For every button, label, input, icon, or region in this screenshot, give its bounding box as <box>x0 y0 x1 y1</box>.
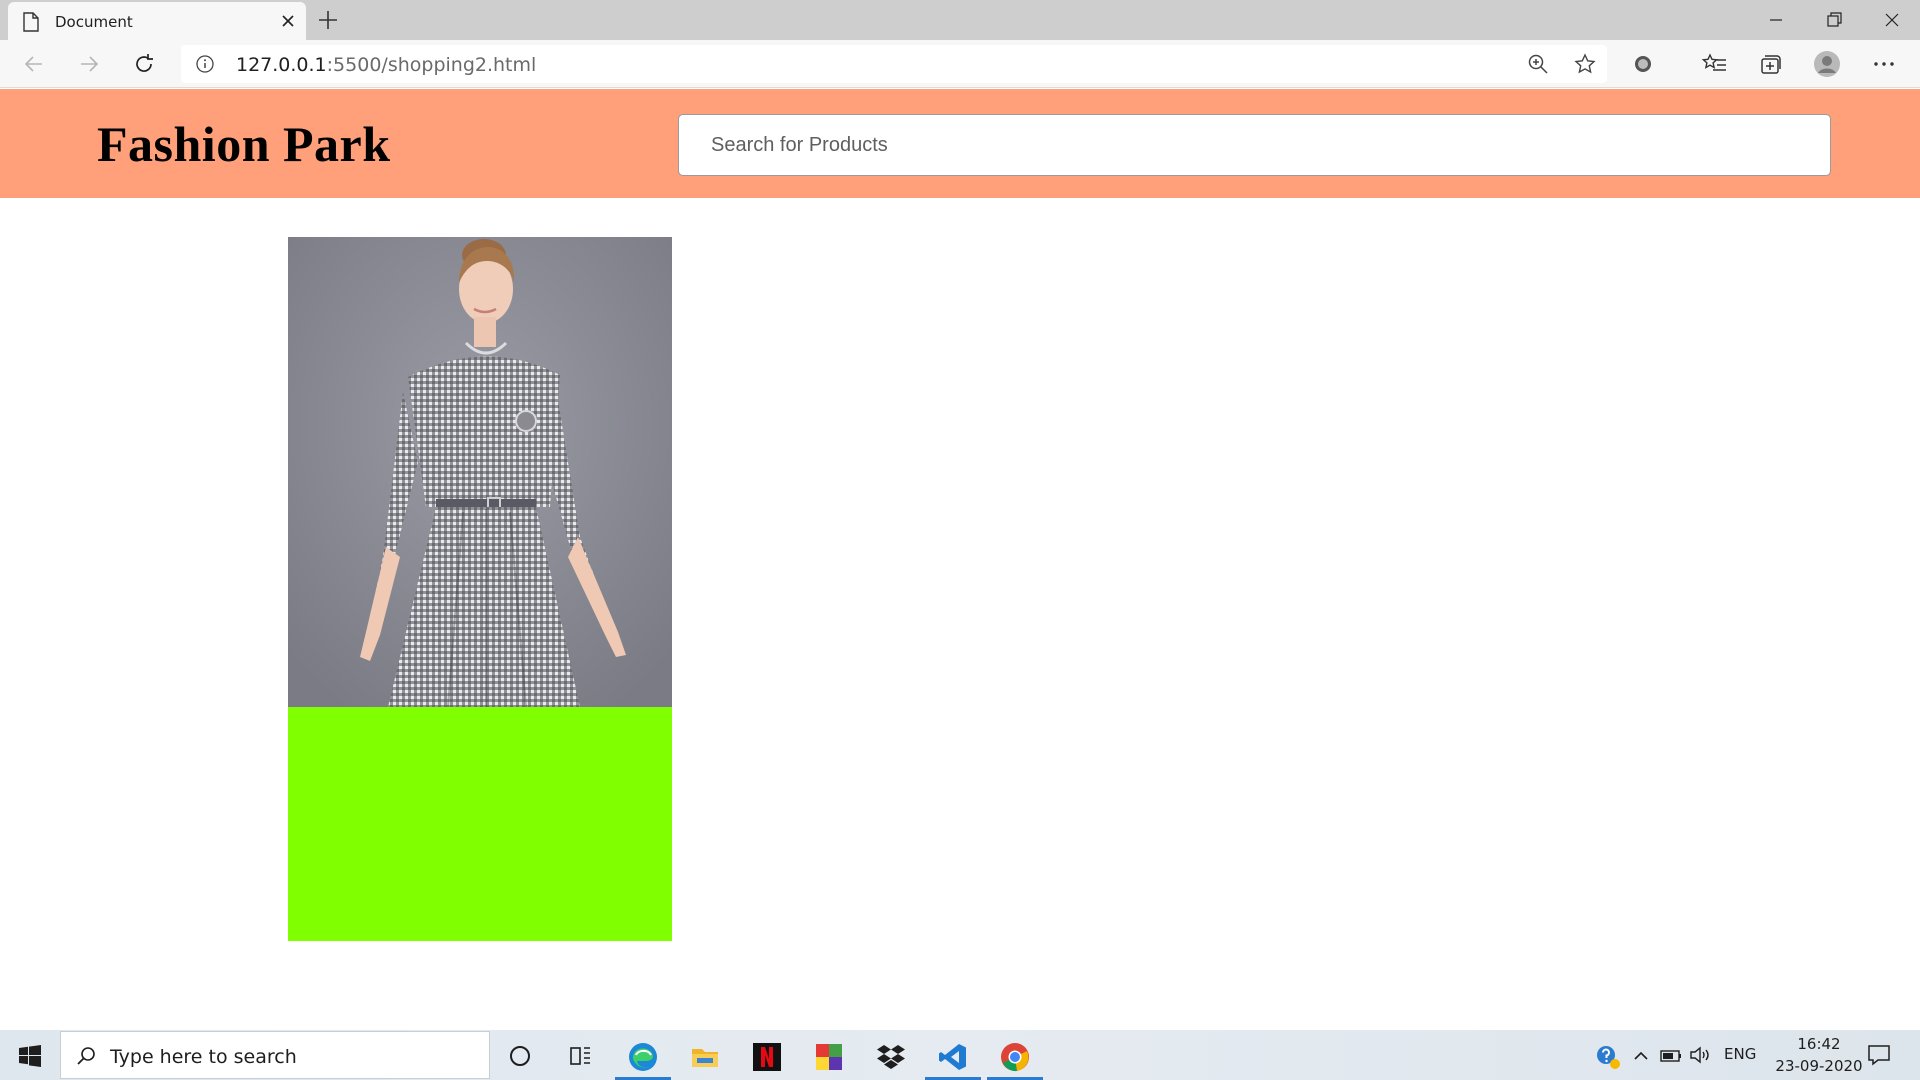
taskbar-dropbox[interactable] <box>860 1030 922 1080</box>
url-host: 127.0.0.1 <box>236 54 327 76</box>
url-path: :5500/shopping2.html <box>326 54 537 76</box>
star-icon[interactable] <box>1573 52 1597 76</box>
refresh-icon <box>136 54 153 72</box>
browser-toolbar: 127.0.0.1:5500/shopping2.html <box>0 40 1920 88</box>
search-icon <box>77 1047 95 1065</box>
netflix-icon <box>753 1043 781 1071</box>
collections-icon[interactable] <box>1756 50 1784 78</box>
dropbox-icon <box>877 1045 905 1069</box>
site-header: Fashion Park <box>0 89 1920 198</box>
forward-button[interactable] <box>73 48 105 80</box>
web-page: Fashion Park <box>0 89 1920 1030</box>
edge-icon <box>629 1043 657 1071</box>
language-indicator[interactable]: ENG <box>1724 1045 1756 1063</box>
help-icon[interactable] <box>1595 1044 1621 1070</box>
restore-button[interactable] <box>1806 0 1862 40</box>
task-view-icon <box>570 1047 590 1065</box>
taskbar-netflix[interactable] <box>736 1030 798 1080</box>
close-icon[interactable] <box>278 11 298 31</box>
address-bar[interactable]: 127.0.0.1:5500/shopping2.html <box>181 45 1607 83</box>
taskbar-search-box[interactable]: Type here to search <box>60 1031 490 1079</box>
browser-titlebar: Document <box>0 0 1920 40</box>
cortana-button[interactable] <box>490 1030 552 1080</box>
chrome-icon <box>1001 1043 1029 1072</box>
taskbar-file-explorer[interactable] <box>674 1030 736 1080</box>
forward-icon <box>81 56 99 72</box>
window-close-button[interactable] <box>1864 0 1920 40</box>
chevron-up-icon[interactable] <box>1632 1047 1650 1065</box>
page-icon <box>23 12 39 32</box>
notification-icon[interactable] <box>1866 1043 1892 1067</box>
taskbar-chrome[interactable] <box>984 1030 1046 1080</box>
task-view-button[interactable] <box>550 1030 612 1080</box>
windows-logo-icon <box>19 1045 41 1067</box>
product-card[interactable] <box>288 237 672 941</box>
minimize-button[interactable] <box>1748 0 1804 40</box>
minimize-icon <box>1770 19 1782 21</box>
taskbar-app[interactable] <box>798 1030 860 1080</box>
app-icon <box>816 1044 842 1070</box>
taskbar-edge[interactable] <box>612 1030 674 1080</box>
back-button[interactable] <box>18 48 50 80</box>
dress-model-illustration <box>288 237 672 707</box>
more-icon[interactable] <box>1870 50 1898 78</box>
restore-icon <box>1827 12 1842 27</box>
refresh-button[interactable] <box>128 48 160 80</box>
brand-logo[interactable]: Fashion Park <box>97 115 391 173</box>
profile-icon[interactable] <box>1813 50 1841 78</box>
info-icon[interactable] <box>195 54 215 74</box>
file-explorer-icon <box>692 1049 718 1067</box>
tab-title: Document <box>55 13 133 31</box>
taskbar-search-placeholder: Type here to search <box>110 1046 297 1068</box>
window-close-icon <box>1885 13 1899 27</box>
product-image[interactable] <box>288 237 672 707</box>
taskbar-vscode[interactable] <box>922 1030 984 1080</box>
windows-taskbar: Type here to search ENG 16:42 23-09-2020 <box>0 1030 1920 1080</box>
volume-icon[interactable] <box>1689 1045 1711 1065</box>
clock-date[interactable]: 23-09-2020 <box>1766 1057 1872 1075</box>
url-text[interactable]: 127.0.0.1:5500/shopping2.html <box>236 54 536 76</box>
battery-icon[interactable] <box>1660 1047 1682 1065</box>
back-icon <box>24 56 42 72</box>
product-info-panel <box>288 707 672 941</box>
favorites-icon[interactable] <box>1701 50 1729 78</box>
plus-icon[interactable] <box>316 8 340 32</box>
extension-icon[interactable] <box>1629 50 1657 78</box>
zoom-icon[interactable] <box>1526 52 1550 76</box>
browser-tab[interactable]: Document <box>8 2 306 40</box>
start-button[interactable] <box>0 1030 60 1080</box>
clock-time[interactable]: 16:42 <box>1789 1035 1849 1053</box>
product-search-input[interactable] <box>678 114 1831 176</box>
vscode-icon <box>939 1044 966 1070</box>
cortana-icon <box>510 1046 530 1066</box>
